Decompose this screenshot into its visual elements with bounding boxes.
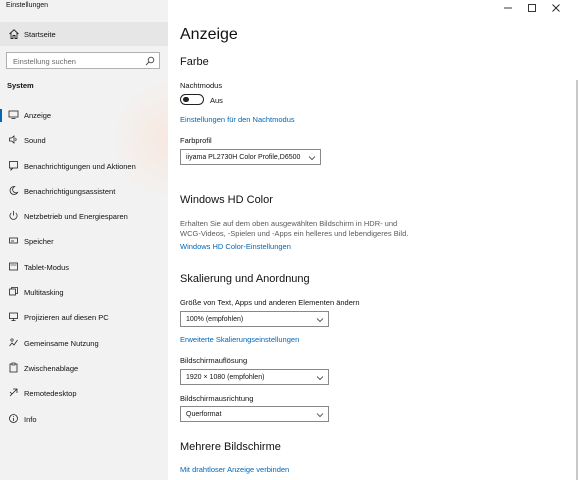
moon-icon xyxy=(9,185,19,195)
sidebar-item-benachrichtigungsassistent[interactable]: Benachrichtigungsassistent xyxy=(0,179,168,204)
sidebar-item-label: Gemeinsame Nutzung xyxy=(24,338,99,348)
scrollbar-thumb[interactable] xyxy=(576,80,578,480)
sidebar-item-label: Speicher xyxy=(24,237,54,247)
section-heading-hd-color: Windows HD Color xyxy=(180,194,273,206)
section-heading-multi-display: Mehrere Bildschirme xyxy=(180,441,281,453)
sidebar-item-label: Zwischenablage xyxy=(24,363,79,373)
wireless-display-link[interactable]: Mit drahtloser Anzeige verbinden xyxy=(180,465,289,474)
sidebar-item-anzeige[interactable]: Anzeige xyxy=(0,103,168,128)
sidebar-item-multitasking[interactable]: Multitasking xyxy=(0,280,168,305)
size-dropdown[interactable]: 100% (empfohlen) xyxy=(180,311,329,327)
night-mode-toggle[interactable] xyxy=(180,94,204,105)
orientation-value: Querformat xyxy=(186,411,222,418)
hd-color-description: Erhalten Sie auf dem oben ausgewählten B… xyxy=(180,219,409,238)
clipboard-icon xyxy=(9,362,18,373)
sidebar-item-label: Tablet-Modus xyxy=(24,262,70,272)
selected-indicator xyxy=(0,109,2,122)
chevron-down-icon xyxy=(316,318,324,323)
resolution-value: 1920 × 1080 (empfohlen) xyxy=(186,374,265,381)
search-icon[interactable] xyxy=(145,56,155,66)
page-title: Anzeige xyxy=(180,26,238,43)
section-label: System xyxy=(7,81,34,90)
display-icon xyxy=(8,110,19,119)
power-icon xyxy=(9,211,18,220)
sidebar-item-label: Remotedesktop xyxy=(24,389,77,399)
sidebar-item-projizieren[interactable]: Projizieren auf diesen PC xyxy=(0,305,168,330)
sidebar-nav: Anzeige Sound Benachrichtigungen und Akt… xyxy=(0,103,168,432)
sidebar-item-label: Projizieren auf diesen PC xyxy=(24,313,109,323)
home-label: Startseite xyxy=(24,30,56,39)
night-mode-label: Nachtmodus xyxy=(180,81,223,90)
remote-icon xyxy=(9,388,18,397)
sidebar-item-label: Benachrichtigungen und Aktionen xyxy=(24,161,136,171)
color-profile-label: Farbprofil xyxy=(180,136,212,145)
advanced-scaling-link[interactable]: Erweiterte Skalierungseinstellungen xyxy=(180,335,299,344)
sidebar-item-netzbetrieb[interactable]: Netzbetrieb und Energiesparen xyxy=(0,204,168,229)
color-profile-value: iiyama PL2730H Color Profile,D6500 xyxy=(186,154,301,161)
orientation-dropdown[interactable]: Querformat xyxy=(180,406,329,422)
sidebar-item-label: Info xyxy=(24,414,37,424)
orientation-label: Bildschirmausrichtung xyxy=(180,394,254,403)
sidebar-item-label: Anzeige xyxy=(24,111,52,120)
sidebar-item-sound[interactable]: Sound xyxy=(0,128,168,153)
minimize-button[interactable] xyxy=(502,2,514,14)
sidebar-item-label: Sound xyxy=(24,136,46,146)
speaker-icon xyxy=(9,135,17,145)
home-icon xyxy=(9,29,19,39)
scrollbar[interactable] xyxy=(569,20,579,480)
close-button[interactable] xyxy=(550,2,562,14)
shared-icon xyxy=(9,338,18,346)
sidebar-item-tablet-modus[interactable]: Tablet-Modus xyxy=(0,255,168,280)
sidebar-item-remotedesktop[interactable]: Remotedesktop xyxy=(0,381,168,406)
chevron-down-icon xyxy=(316,376,324,381)
tablet-icon xyxy=(9,262,18,271)
section-heading-farbe: Farbe xyxy=(180,56,209,68)
maximize-button[interactable] xyxy=(526,2,538,14)
resolution-label: Bildschirmauflösung xyxy=(180,356,248,365)
search-placeholder: Einstellung suchen xyxy=(13,57,76,66)
section-heading-scaling: Skalierung und Anordnung xyxy=(180,273,310,285)
sidebar-item-zwischenablage[interactable]: Zwischenablage xyxy=(0,356,168,381)
sidebar-item-benachrichtigungen[interactable]: Benachrichtigungen und Aktionen xyxy=(0,154,168,179)
color-profile-dropdown[interactable]: iiyama PL2730H Color Profile,D6500 xyxy=(180,149,321,165)
sidebar-item-speicher[interactable]: Speicher xyxy=(0,229,168,254)
home-button[interactable]: Startseite xyxy=(0,22,168,46)
sidebar-item-label: Benachrichtigungsassistent xyxy=(24,186,116,196)
chevron-down-icon xyxy=(308,156,316,161)
night-mode-settings-link[interactable]: Einstellungen für den Nachtmodus xyxy=(180,115,295,124)
sidebar-item-label: Netzbetrieb und Energiesparen xyxy=(24,212,128,222)
sidebar: Einstellungen Startseite Einstellung suc… xyxy=(0,0,168,480)
sidebar-item-info[interactable]: Info xyxy=(0,407,168,432)
size-label: Größe von Text, Apps und anderen Element… xyxy=(180,298,360,307)
multitasking-icon xyxy=(9,287,18,296)
search-input[interactable]: Einstellung suchen xyxy=(6,52,160,69)
size-value: 100% (empfohlen) xyxy=(186,316,244,323)
info-icon xyxy=(9,413,18,423)
sidebar-item-gemeinsame-nutzung[interactable]: Gemeinsame Nutzung xyxy=(0,331,168,356)
window-title: Einstellungen xyxy=(6,2,49,9)
main-content: Anzeige Farbe Nachtmodus Aus Einstellung… xyxy=(168,0,579,480)
night-mode-state: Aus xyxy=(210,96,223,105)
storage-icon xyxy=(9,238,18,244)
chevron-down-icon xyxy=(316,413,324,418)
project-icon xyxy=(9,312,18,322)
hd-color-settings-link[interactable]: Windows HD Color-Einstellungen xyxy=(180,242,291,251)
toggle-knob xyxy=(183,96,189,102)
resolution-dropdown[interactable]: 1920 × 1080 (empfohlen) xyxy=(180,369,329,385)
sidebar-item-label: Multitasking xyxy=(24,288,64,298)
notification-icon xyxy=(9,160,18,171)
